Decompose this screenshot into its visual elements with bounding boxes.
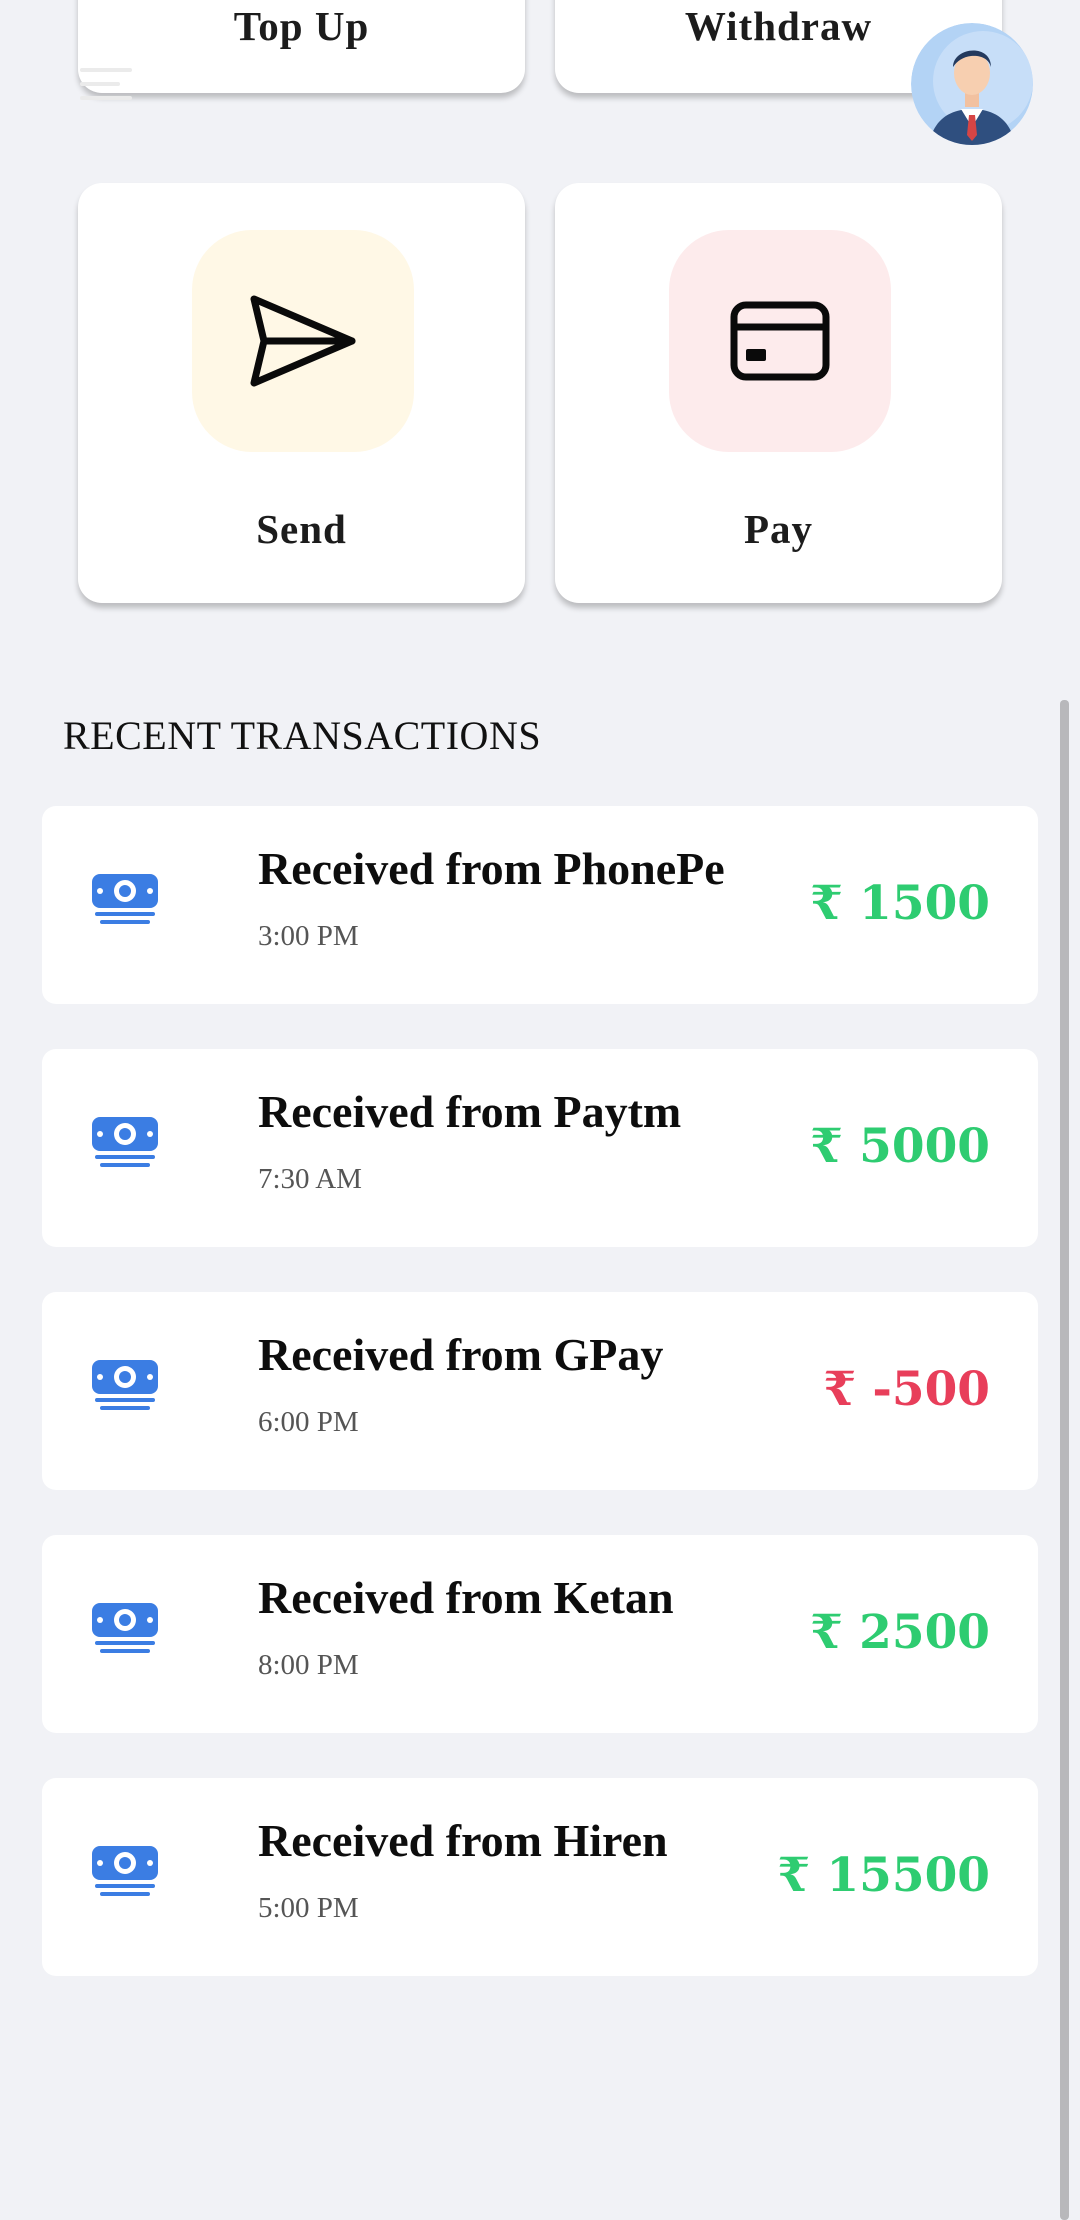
transaction-time: 6:00 PM xyxy=(258,1406,359,1438)
top-up-label: Top Up xyxy=(233,3,370,49)
transaction-time: 3:00 PM xyxy=(258,920,359,952)
cash-icon xyxy=(92,1117,158,1167)
profile-avatar[interactable] xyxy=(911,23,1033,145)
transaction-amount: ₹ -500 xyxy=(823,1362,990,1417)
send-label: Send xyxy=(256,506,347,552)
cash-icon xyxy=(92,1603,158,1653)
transaction-item-ketan[interactable]: Received from Ketan 8:00 PM ₹ 2500 xyxy=(42,1535,1038,1733)
pay-card[interactable]: Pay xyxy=(555,183,1002,603)
transaction-title: Received from Ketan xyxy=(258,1572,674,1623)
menu-icon[interactable] xyxy=(80,68,136,110)
pay-label: Pay xyxy=(743,506,814,552)
send-card[interactable]: Send xyxy=(78,183,525,603)
transaction-time: 7:30 AM xyxy=(258,1163,362,1195)
top-up-card[interactable]: Top Up xyxy=(78,0,525,93)
transactions-list: Received from PhonePe 3:00 PM ₹ 1500 Rec… xyxy=(42,806,1038,2021)
transaction-amount: ₹ 15500 xyxy=(777,1848,990,1903)
cash-icon xyxy=(92,1360,158,1410)
transaction-time: 8:00 PM xyxy=(258,1649,359,1681)
send-icon-tile xyxy=(192,230,414,452)
cash-icon xyxy=(92,1846,158,1896)
transaction-title: Received from Paytm xyxy=(258,1086,682,1137)
transaction-item-gpay[interactable]: Received from GPay 6:00 PM ₹ -500 xyxy=(42,1292,1038,1490)
scrollbar-thumb[interactable] xyxy=(1060,700,1069,2220)
transaction-title: Received from Hiren xyxy=(258,1815,668,1866)
transaction-time: 5:00 PM xyxy=(258,1892,359,1924)
transaction-item-phonepe[interactable]: Received from PhonePe 3:00 PM ₹ 1500 xyxy=(42,806,1038,1004)
transaction-amount: ₹ 5000 xyxy=(810,1119,990,1174)
transaction-item-paytm[interactable]: Received from Paytm 7:30 AM ₹ 5000 xyxy=(42,1049,1038,1247)
transaction-amount: ₹ 1500 xyxy=(810,876,990,931)
credit-card-icon xyxy=(730,301,830,381)
transaction-title: Received from GPay xyxy=(258,1329,664,1380)
send-icon xyxy=(250,295,356,387)
transaction-title: Received from PhonePe xyxy=(258,843,725,894)
transaction-item-hiren[interactable]: Received from Hiren 5:00 PM ₹ 15500 xyxy=(42,1778,1038,1976)
user-avatar-icon xyxy=(911,23,1033,145)
recent-transactions-heading: RECENT TRANSACTIONS xyxy=(63,713,542,758)
cash-icon xyxy=(92,874,158,924)
pay-icon-tile xyxy=(669,230,891,452)
transaction-amount: ₹ 2500 xyxy=(810,1605,990,1660)
